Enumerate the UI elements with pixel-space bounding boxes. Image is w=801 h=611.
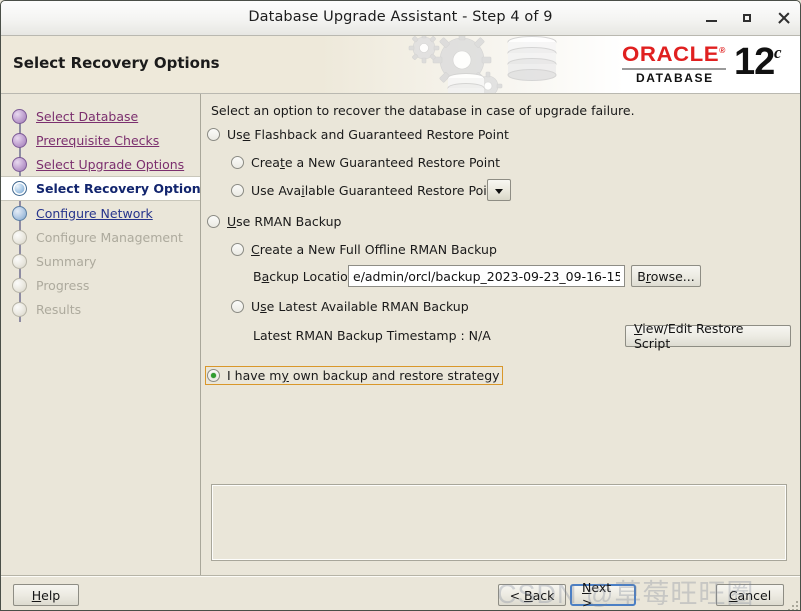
sidebar-item-prerequisite-checks[interactable]: Prerequisite Checks	[1, 128, 200, 152]
sidebar-item-results: Results	[1, 297, 200, 321]
oracle-product-text: DATABASE	[636, 71, 714, 85]
browse-button[interactable]: Browse...	[631, 265, 701, 287]
wizard-step-sidebar: Select Database Prerequisite Checks Select…	[1, 94, 208, 575]
footer-bar: Help < Back Next > Cancel	[1, 575, 800, 610]
close-icon[interactable]	[776, 10, 792, 26]
oracle-edition-text: c	[774, 43, 782, 62]
next-button[interactable]: Next >	[570, 580, 636, 610]
radio-use-available-grp[interactable]: Use Available Guaranteed Restore Point	[231, 183, 500, 198]
sidebar-item-label: Progress	[36, 277, 90, 293]
sidebar-item-summary: Summary	[1, 249, 200, 273]
resize-grip-icon[interactable]	[786, 599, 798, 610]
radio-create-new-grp[interactable]: Create a New Guaranteed Restore Point	[231, 155, 500, 170]
page-title: Select Recovery Options	[13, 54, 220, 72]
message-panel	[211, 484, 787, 561]
browse-button-label: Browse...	[637, 268, 695, 284]
sidebar-item-label: Select Upgrade Options	[36, 156, 185, 172]
radio-own-backup-strategy[interactable]: I have my own backup and restore strateg…	[205, 366, 503, 385]
sidebar-item-label: Select Database	[36, 108, 139, 124]
radio-create-new-rman-backup[interactable]: Create a New Full Offline RMAN Backup	[231, 242, 497, 257]
radio-label: Use Available Guaranteed Restore Point	[251, 183, 500, 198]
step-bullet-icon	[12, 181, 27, 196]
backup-location-input[interactable]	[348, 265, 625, 287]
sidebar-item-label: Select Recovery Options	[36, 181, 209, 196]
step-bullet-icon	[12, 205, 27, 221]
logo-divider	[622, 68, 726, 70]
step-bullet-icon	[12, 229, 27, 245]
cancel-button[interactable]: Cancel	[716, 584, 784, 606]
radio-indicator[interactable]	[231, 243, 244, 256]
step-list: Select Database Prerequisite Checks Select…	[1, 104, 208, 321]
radio-label: Create a New Guaranteed Restore Point	[251, 155, 501, 170]
screenshot-root: Database Upgrade Assistant - Step 4 of 9…	[0, 0, 801, 611]
sidebar-item-progress: Progress	[1, 273, 200, 297]
maximize-icon[interactable]	[740, 10, 756, 26]
sidebar-item-select-recovery-options[interactable]: Select Recovery Options	[1, 176, 208, 201]
sidebar-item-label: Prerequisite Checks	[36, 132, 160, 148]
radio-indicator[interactable]	[231, 156, 244, 169]
main-content: Select an option to recover the database…	[201, 94, 800, 575]
step-bullet-icon	[12, 301, 27, 317]
title-bar: Database Upgrade Assistant - Step 4 of 9	[1, 1, 800, 36]
radio-label: Create a New Full Offline RMAN Backup	[251, 242, 497, 257]
help-button[interactable]: Help	[13, 584, 79, 606]
registered-trademark-icon: ®	[719, 46, 726, 55]
radio-indicator[interactable]	[231, 184, 244, 197]
cancel-button-label: Cancel	[728, 587, 772, 603]
instruction-text: Select an option to recover the database…	[211, 103, 635, 118]
view-edit-restore-script-label: View/Edit Restore Script	[634, 321, 744, 351]
back-button[interactable]: < Back	[498, 584, 566, 606]
next-button-label: Next >	[582, 580, 612, 610]
chevron-down-icon[interactable]	[487, 179, 511, 201]
step-bullet-icon	[12, 253, 27, 269]
step-bullet-icon	[12, 132, 27, 148]
radio-indicator[interactable]	[231, 300, 244, 313]
radio-label: Use Flashback and Guaranteed Restore Poi…	[227, 127, 509, 142]
header-banner: Select Recovery Options ORACLE® DATABASE…	[1, 36, 800, 94]
oracle-version-text: 12	[734, 41, 775, 83]
window-title: Database Upgrade Assistant - Step 4 of 9	[248, 9, 553, 25]
radio-label: I have my own backup and restore strateg…	[227, 368, 500, 383]
radio-use-flashback[interactable]: Use Flashback and Guaranteed Restore Poi…	[207, 127, 509, 142]
back-button-label: < Back	[509, 587, 555, 603]
radio-indicator[interactable]	[207, 369, 220, 382]
latest-backup-timestamp: Latest RMAN Backup Timestamp : N/A	[253, 328, 491, 343]
step-bullet-icon	[12, 277, 27, 293]
sidebar-item-select-database[interactable]: Select Database	[1, 104, 200, 128]
sidebar-item-label: Configure Network	[36, 205, 153, 221]
radio-label: Use RMAN Backup	[227, 214, 342, 229]
radio-indicator[interactable]	[207, 215, 220, 228]
sidebar-item-select-upgrade-options[interactable]: Select Upgrade Options	[1, 152, 200, 176]
backup-location-label: Backup Location	[253, 269, 356, 284]
oracle-brand-text: ORACLE®	[622, 43, 726, 66]
sidebar-item-label: Configure Management	[36, 229, 183, 245]
window-body: Select Database Prerequisite Checks Select…	[1, 94, 800, 575]
application-window: Database Upgrade Assistant - Step 4 of 9…	[0, 0, 801, 611]
step-bullet-icon	[12, 156, 27, 172]
radio-use-rman-backup[interactable]: Use RMAN Backup	[207, 214, 342, 229]
window-controls	[704, 1, 792, 35]
view-edit-restore-script-button[interactable]: View/Edit Restore Script	[625, 321, 791, 351]
help-button-label: Help	[31, 587, 61, 603]
sidebar-item-configure-network[interactable]: Configure Network	[1, 201, 200, 225]
radio-label: Use Latest Available RMAN Backup	[251, 299, 469, 314]
step-bullet-icon	[12, 108, 27, 124]
radio-indicator[interactable]	[207, 128, 220, 141]
sidebar-item-configure-management: Configure Management	[1, 225, 200, 249]
radio-use-latest-rman-backup[interactable]: Use Latest Available RMAN Backup	[231, 299, 469, 314]
gears-database-artwork	[408, 36, 557, 93]
sidebar-item-label: Results	[36, 301, 82, 317]
minimize-icon[interactable]	[704, 10, 720, 26]
oracle-logo: ORACLE® DATABASE 12 c	[622, 41, 790, 89]
sidebar-item-label: Summary	[36, 253, 97, 269]
